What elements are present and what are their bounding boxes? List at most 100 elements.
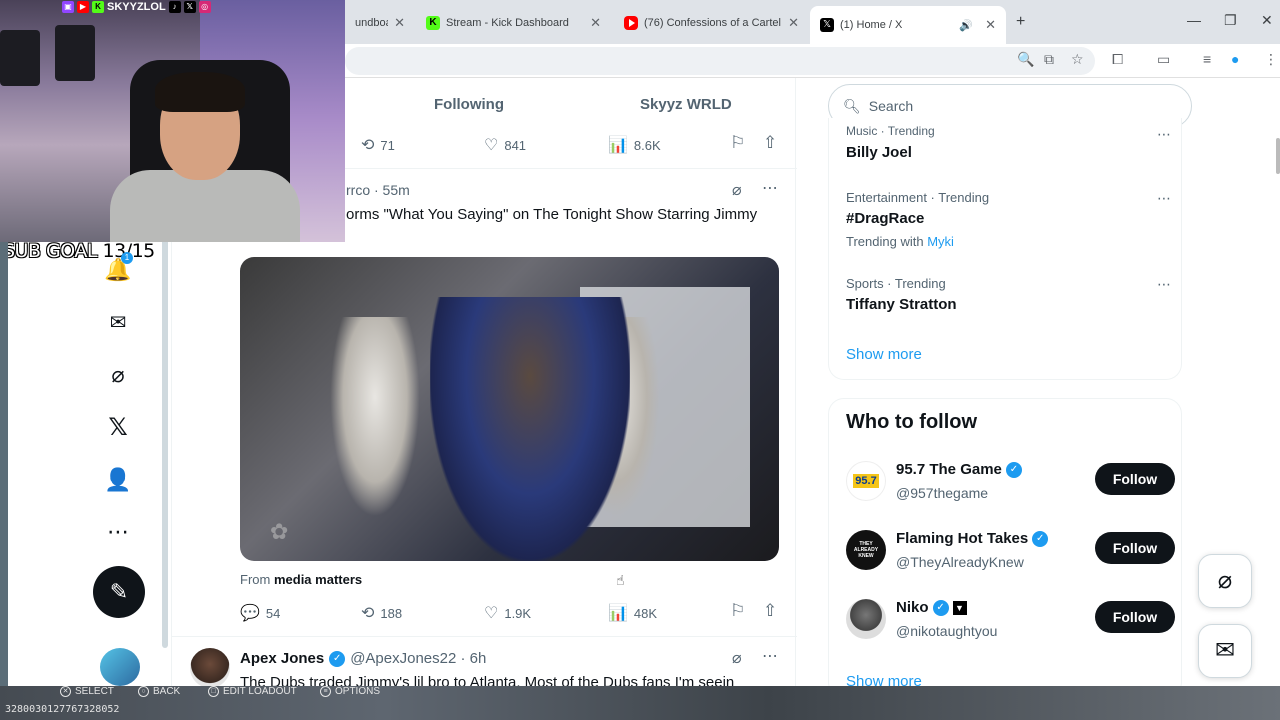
video-frame xyxy=(430,297,630,561)
grok-float-button[interactable]: ⌀ xyxy=(1198,554,1252,608)
account-name[interactable]: Flaming Hot Takes ✓ xyxy=(896,530,1049,547)
browser-tab-kick[interactable]: K Stream - Kick Dashboard ✕ xyxy=(416,8,611,38)
share-icon[interactable]: ⇧ xyxy=(763,601,777,621)
follow-button[interactable]: Follow xyxy=(1095,532,1175,564)
extensions-icon[interactable]: ⧠ xyxy=(1112,51,1123,68)
zoom-icon[interactable]: 🔍 xyxy=(1017,51,1034,68)
minimize-icon[interactable]: — xyxy=(1187,12,1201,28)
more-icon[interactable]: ⋯ xyxy=(104,518,132,546)
grok-icon: ⌀ xyxy=(1217,567,1233,594)
like-button[interactable]: ♡ 1.9K xyxy=(484,603,531,623)
tab-close-icon[interactable]: ✕ xyxy=(985,17,996,33)
trend-more-icon[interactable]: ⋯ xyxy=(1157,276,1172,293)
trend-more-icon[interactable]: ⋯ xyxy=(1157,126,1172,143)
verified-badge-icon: ✓ xyxy=(1032,530,1049,547)
follow-button[interactable]: Follow xyxy=(1095,463,1175,495)
retweet-button[interactable]: ⟲ 71 xyxy=(361,135,395,155)
maximize-icon[interactable]: ❐ xyxy=(1224,12,1237,29)
post-text: orms "What You Saying" on The Tonight Sh… xyxy=(346,206,758,223)
avatar[interactable]: 95.7 xyxy=(846,461,886,501)
trend-more-icon[interactable]: ⋯ xyxy=(1157,190,1172,207)
account-name[interactable]: 95.7 The Game ✓ xyxy=(896,461,1022,478)
tab-close-icon[interactable]: ✕ xyxy=(394,15,405,31)
views-chart-icon: 📊 xyxy=(608,605,628,622)
views-button[interactable]: 📊 8.6K xyxy=(608,135,661,155)
show-more-link[interactable]: Show more xyxy=(846,346,922,363)
tab-close-icon[interactable]: ✕ xyxy=(788,15,799,31)
who-to-follow-title: Who to follow xyxy=(846,411,978,433)
grok-icon[interactable]: ⌀ xyxy=(732,648,742,668)
messages-icon[interactable]: ✉ xyxy=(104,309,132,337)
browser-tab-1[interactable]: undboa ✕ xyxy=(345,8,415,38)
tab-skyyz-wrld[interactable]: Skyyz WRLD xyxy=(640,96,732,113)
follow-button[interactable]: Follow xyxy=(1095,601,1175,633)
account-name-text: Niko xyxy=(896,599,929,616)
verified-badge-icon: ✓ xyxy=(932,599,949,616)
grok-icon[interactable]: ⌀ xyxy=(732,180,742,200)
retweet-button[interactable]: ⟲ 188 xyxy=(361,603,402,623)
post-handle-time: rrco · 55m xyxy=(346,182,410,198)
trending-with-label: Trending with xyxy=(846,234,924,249)
source-line: From media matters xyxy=(240,572,362,587)
install-app-icon[interactable]: ⧉ xyxy=(1044,51,1054,68)
reply-button[interactable]: 💬 54 xyxy=(240,603,280,623)
session-id: 3280030127767328052 xyxy=(5,704,120,715)
x-icon: 𝕏 xyxy=(820,18,834,32)
webcam-overlay: ▣ ▶ K SKYYZLOL ♪ 𝕏 ◎ xyxy=(0,0,345,242)
bookmark-star-icon[interactable]: ☆ xyxy=(1071,51,1084,68)
address-bar[interactable] xyxy=(345,47,1095,75)
views-button[interactable]: 📊 48K xyxy=(608,603,657,623)
trend-name[interactable]: #DragRace xyxy=(846,210,924,227)
account-handle: @nikotaughtyou xyxy=(896,623,998,639)
post-author-name[interactable]: Apex Jones xyxy=(240,650,324,667)
avatar[interactable] xyxy=(846,599,886,639)
post-more-icon[interactable]: ⋯ xyxy=(762,646,778,666)
tab-following[interactable]: Following xyxy=(434,96,504,113)
trends-card: Music · Trending Billy Joel ⋯ Entertainm… xyxy=(828,118,1182,380)
account-avatar[interactable] xyxy=(100,648,140,686)
share-icon[interactable]: ⇧ xyxy=(763,133,777,153)
mouse-cursor: ☝ xyxy=(616,572,625,588)
post-button[interactable]: ✎ xyxy=(93,566,145,618)
close-window-icon[interactable]: ✕ xyxy=(1261,12,1273,29)
tab-title: Stream - Kick Dashboard xyxy=(446,17,569,29)
trending-with-link[interactable]: Myki xyxy=(927,234,954,249)
video-frame xyxy=(330,317,420,517)
trend-meta: Entertainment · Trending xyxy=(846,190,990,205)
sidebar-icon[interactable]: ▭ xyxy=(1157,51,1170,68)
heart-icon: ♡ xyxy=(484,605,499,622)
verified-badge-icon: ✓ xyxy=(329,650,346,667)
twitch-icon: ▣ xyxy=(62,1,74,13)
instagram-icon: ◎ xyxy=(198,1,211,13)
like-button[interactable]: ♡ 841 xyxy=(484,135,526,155)
trend-meta: Sports · Trending xyxy=(846,276,946,291)
channel-name: SKYYZLOL xyxy=(107,1,166,13)
premium-x-icon[interactable]: 𝕏 xyxy=(104,414,132,442)
video-player[interactable]: ✿ xyxy=(240,257,779,561)
bookmark-icon[interactable]: ⚐ xyxy=(730,133,745,153)
avatar[interactable] xyxy=(190,648,230,686)
browser-tab-x-home[interactable]: 𝕏 (1) Home / X 🔊 ✕ xyxy=(810,6,1006,44)
new-tab-button[interactable]: + xyxy=(1016,13,1025,31)
account-name[interactable]: Niko ✓ ▼ xyxy=(896,599,967,616)
browser-menu-icon[interactable]: ⋮ xyxy=(1264,51,1278,68)
grok-icon[interactable]: ⌀ xyxy=(104,361,132,389)
avatar[interactable]: THEY ALREADY KNEW xyxy=(846,530,886,570)
messages-float-button[interactable]: ✉ xyxy=(1198,624,1252,678)
tab-close-icon[interactable]: ✕ xyxy=(590,15,601,31)
profile-icon[interactable]: 👤 xyxy=(104,466,132,494)
hint-select: ✕ SELECT xyxy=(60,686,114,697)
profile-icon[interactable]: ● xyxy=(1231,51,1239,67)
source-name-link[interactable]: media matters xyxy=(274,572,362,587)
tab-title: (1) Home / X xyxy=(840,19,903,31)
speaker-icon[interactable]: 🔊 xyxy=(959,19,973,32)
bookmark-icon[interactable]: ⚐ xyxy=(730,601,745,621)
browser-tab-youtube[interactable]: (76) Confessions of a Cartel Co ✕ xyxy=(614,8,809,38)
show-more-link[interactable]: Show more xyxy=(846,673,922,686)
scrollbar[interactable] xyxy=(1276,138,1280,174)
media-control-icon[interactable]: ≡ xyxy=(1203,51,1211,67)
post-more-icon[interactable]: ⋯ xyxy=(762,178,778,198)
trend-name[interactable]: Billy Joel xyxy=(846,144,912,161)
kick-icon: K xyxy=(92,1,104,13)
trend-name[interactable]: Tiffany Stratton xyxy=(846,296,957,313)
